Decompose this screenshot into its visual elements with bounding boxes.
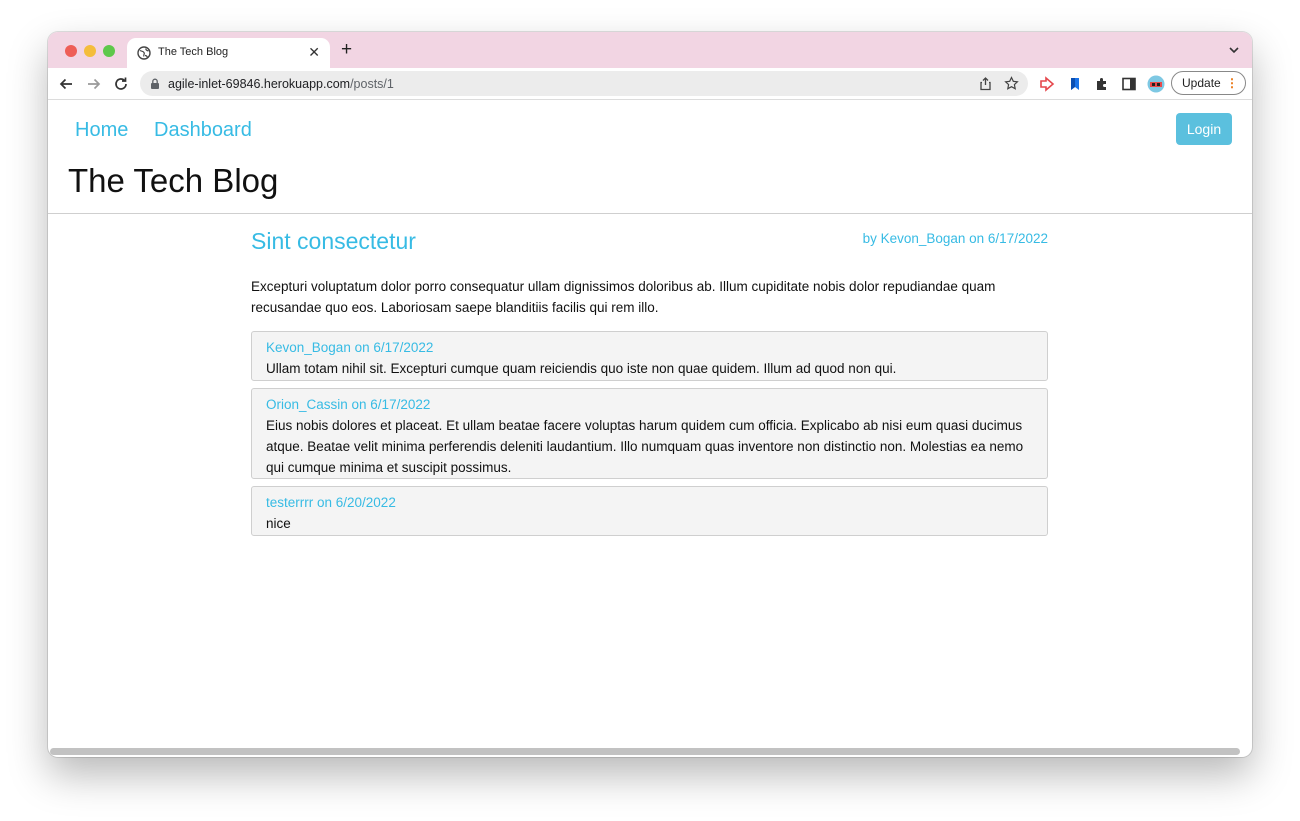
comment-meta: testerrrr on 6/20/2022: [266, 495, 396, 510]
profile-avatar-icon[interactable]: [1147, 75, 1165, 93]
chevron-down-icon[interactable]: [1228, 44, 1240, 56]
close-window-button[interactable]: [65, 45, 77, 57]
update-button[interactable]: Update ⋮: [1171, 71, 1246, 95]
post-meta: by Kevon_Bogan on 6/17/2022: [862, 231, 1048, 246]
side-panel-icon[interactable]: [1121, 76, 1137, 92]
browser-toolbar: agile-inlet-69846.herokuapp.com/posts/1: [48, 68, 1252, 100]
comment-card: Orion_Cassin on 6/17/2022 Eius nobis dol…: [251, 388, 1048, 479]
horizontal-scrollbar[interactable]: [50, 748, 1240, 755]
tab-close-icon[interactable]: ✕: [308, 44, 320, 60]
tab-title: The Tech Blog: [158, 46, 229, 58]
comment-meta: Kevon_Bogan on 6/17/2022: [266, 340, 434, 355]
comment-text: nice: [266, 516, 291, 531]
url-host: agile-inlet-69846.herokuapp.com: [168, 77, 351, 91]
address-bar[interactable]: agile-inlet-69846.herokuapp.com/posts/1: [140, 71, 1028, 96]
url-path: /posts/1: [350, 77, 394, 91]
comment-card: testerrrr on 6/20/2022 nice: [251, 486, 1048, 536]
post-body: Excepturi voluptatum dolor porro consequ…: [251, 279, 996, 315]
back-arrow-icon[interactable]: [57, 75, 75, 93]
reload-icon[interactable]: [112, 75, 130, 93]
comment-text: Eius nobis dolores et placeat. Et ullam …: [266, 418, 1024, 475]
extension-red-arrow-icon[interactable]: [1039, 76, 1055, 92]
browser-tab[interactable]: The Tech Blog ✕: [127, 38, 330, 68]
update-label: Update: [1182, 76, 1221, 90]
tab-strip: The Tech Blog ✕ +: [48, 32, 1252, 68]
share-icon[interactable]: [978, 76, 993, 91]
extension-bookmark-icon[interactable]: [1067, 76, 1083, 92]
comment-meta: Orion_Cassin on 6/17/2022: [266, 397, 431, 412]
more-options-icon[interactable]: ⋮: [1226, 72, 1238, 94]
url-text[interactable]: agile-inlet-69846.herokuapp.com/posts/1: [168, 77, 394, 91]
lock-icon[interactable]: [150, 78, 160, 89]
forward-arrow-icon[interactable]: [85, 75, 103, 93]
post-title: Sint consectetur: [251, 228, 416, 254]
minimize-window-button[interactable]: [84, 45, 96, 57]
header-divider: [48, 213, 1252, 214]
bookmark-star-icon[interactable]: [1004, 76, 1019, 91]
comment-card: Kevon_Bogan on 6/17/2022 Ullam totam nih…: [251, 331, 1048, 381]
login-button[interactable]: Login: [1176, 113, 1232, 145]
nav-home-link[interactable]: Home: [75, 119, 128, 142]
new-tab-icon[interactable]: +: [341, 40, 352, 59]
globe-icon: [137, 46, 151, 60]
browser-window: The Tech Blog ✕ + agile-inlet-69846.hero…: [48, 32, 1252, 757]
site-title: The Tech Blog: [68, 162, 279, 199]
zoom-window-button[interactable]: [103, 45, 115, 57]
nav-dashboard-link[interactable]: Dashboard: [154, 119, 252, 142]
extensions-puzzle-icon[interactable]: [1094, 76, 1110, 92]
comment-text: Ullam totam nihil sit. Excepturi cumque …: [266, 361, 897, 376]
page-content: Home Dashboard Login The Tech Blog Sint …: [48, 100, 1252, 745]
